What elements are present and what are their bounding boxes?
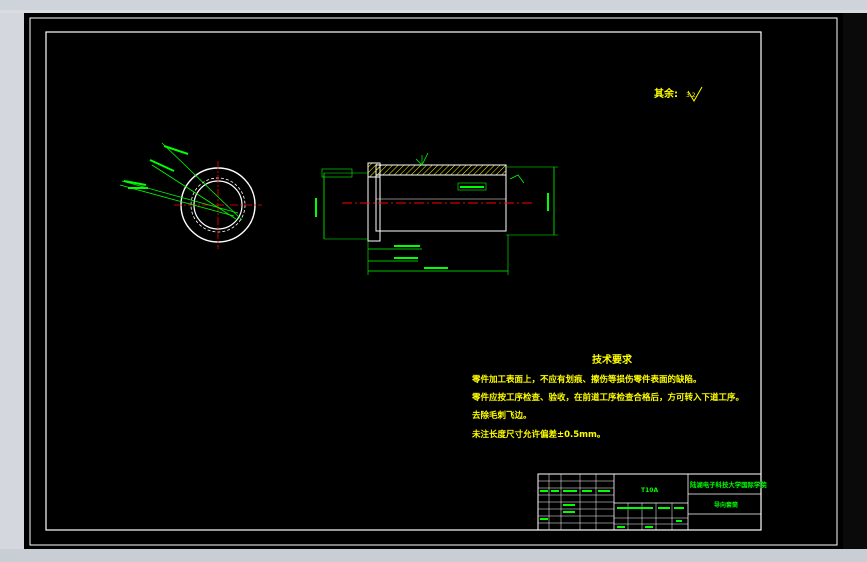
tb-material: T10A [641, 487, 658, 494]
drawing-svg: 其余: 3.2 技术要求 零件加工表面上，不应有划痕、擦伤等损伤零件表面的缺陷。… [29, 17, 838, 546]
roughness-label: 其余: [654, 87, 678, 100]
dim-text-2 [128, 177, 158, 182]
title-block: T10A 陆湖电子科技大学国际学院 导向套筒 [537, 473, 767, 531]
chamfer-right-symbol [509, 174, 525, 184]
hatched-wall [375, 164, 507, 176]
tech-title: 技术要求 [592, 353, 633, 366]
top-strip [0, 0, 867, 10]
roughness-note: 其余: 3.2 [654, 86, 703, 102]
cad-canvas[interactable]: 其余: 3.2 技术要求 零件加工表面上，不应有划痕、擦伤等损伤零件表面的缺陷。… [24, 13, 843, 549]
dim-label-mark-1 [163, 145, 189, 155]
dim-text-1 [164, 141, 188, 146]
bottom-strip [0, 549, 867, 562]
end-view [119, 141, 262, 249]
right-side-panel [843, 13, 867, 549]
leader-4 [119, 184, 235, 217]
end-view-dim-texts [128, 141, 188, 182]
technical-requirements: 技术要求 零件加工表面上，不应有划痕、擦伤等损伤零件表面的缺陷。 零件应按工序检… [471, 353, 744, 440]
section-view [315, 152, 558, 275]
tech-line-2: 零件应按工序检查、验收，在前道工序检查合格后，方可转入下道工序。 [471, 392, 744, 403]
tech-line-4: 未注长度尺寸允许偏差±0.5mm。 [471, 429, 605, 440]
outer-border [29, 17, 838, 546]
leader-3 [121, 180, 239, 214]
tech-line-3: 去除毛刺飞边。 [472, 410, 532, 421]
tb-part-name: 导向套筒 [714, 501, 738, 509]
tb-left-grid [538, 474, 614, 530]
inner-border [45, 31, 762, 531]
tech-line-1: 零件加工表面上，不应有划痕、擦伤等损伤零件表面的缺陷。 [471, 374, 702, 385]
leader-1 [161, 142, 243, 221]
dim-label-mark-2 [149, 159, 175, 172]
leader-2 [151, 164, 237, 220]
left-strip [0, 13, 24, 549]
tb-school: 陆湖电子科技大学国际学院 [690, 480, 767, 489]
